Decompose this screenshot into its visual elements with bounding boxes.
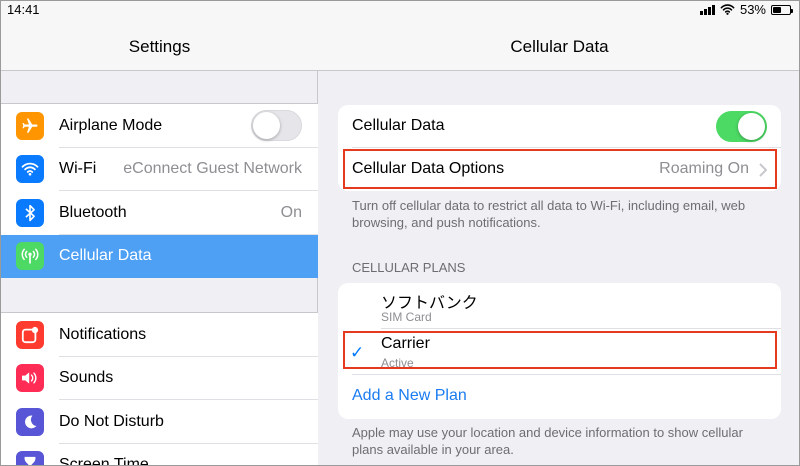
plan-row-softbank[interactable]: ソフトバンク SIM Card	[338, 283, 781, 329]
ipad-screen: Settings Airplane Mode Wi-Fi eConnect Gu…	[0, 0, 800, 466]
wifi-status-icon	[720, 4, 735, 15]
highlight-carrier-plan	[343, 331, 777, 369]
sidebar-item-cellular-data[interactable]: Cellular Data	[1, 234, 318, 278]
sidebar-item-label: Airplane Mode	[59, 116, 163, 134]
cellular-data-toggle[interactable]	[716, 111, 767, 142]
hourglass-icon	[16, 451, 44, 465]
cellular-data-footer: Turn off cellular data to restrict all d…	[352, 198, 746, 230]
cellular-data-row: Cellular Data	[338, 105, 781, 148]
detail-title: Cellular Data	[510, 37, 609, 56]
airplane-mode-toggle[interactable]	[251, 110, 302, 142]
status-time: 14:41	[7, 2, 40, 17]
speaker-icon	[16, 364, 44, 393]
sidebar-group-connectivity: Airplane Mode Wi-Fi eConnect Guest Netwo…	[1, 103, 318, 278]
cellular-data-detail: Cellular Data Cellular Data Cellular Dat…	[318, 1, 799, 465]
sidebar-item-label: Do Not Disturb	[59, 412, 164, 430]
battery-percent: 53%	[739, 2, 766, 17]
sidebar-item-label: Sounds	[59, 369, 114, 387]
sidebar-item-notifications[interactable]: Notifications	[1, 313, 318, 357]
notifications-icon	[16, 320, 44, 349]
sidebar-item-airplane-mode[interactable]: Airplane Mode	[1, 104, 318, 148]
sidebar-item-label: Notifications	[59, 325, 147, 343]
airplane-icon	[16, 111, 44, 140]
sidebar-group-notifications: Notifications Sounds Do Not Disturb Scre…	[1, 312, 318, 466]
settings-sidebar: Settings Airplane Mode Wi-Fi eConnect Gu…	[1, 1, 318, 466]
toggle-knob	[738, 113, 765, 140]
sidebar-item-screen-time[interactable]: Screen Time	[1, 444, 318, 466]
highlight-cellular-data-options	[343, 149, 777, 189]
wifi-icon	[16, 155, 44, 184]
sidebar-item-label: Bluetooth	[59, 203, 127, 221]
toggle-knob	[253, 112, 280, 140]
sidebar-item-label: Screen Time	[59, 456, 149, 466]
status-indicators: 53%	[699, 2, 793, 17]
moon-icon	[16, 407, 44, 436]
add-new-plan-button[interactable]: Add a New Plan	[338, 375, 781, 419]
bluetooth-icon	[16, 198, 44, 227]
sidebar-item-do-not-disturb[interactable]: Do Not Disturb	[1, 400, 318, 444]
signal-icon	[699, 4, 715, 15]
antenna-icon	[16, 242, 44, 271]
sidebar-title: Settings	[128, 37, 191, 56]
battery-level	[773, 6, 782, 13]
plan-status: SIM Card	[381, 310, 432, 324]
cellular-plans-header: CELLULAR PLANS	[352, 260, 466, 275]
battery-icon	[771, 4, 793, 15]
add-new-plan-label: Add a New Plan	[352, 387, 467, 404]
cellular-plans-footer: Apple may use your location and device i…	[352, 425, 743, 457]
cellular-data-label: Cellular Data	[352, 117, 445, 134]
bluetooth-value: On	[280, 203, 302, 221]
sidebar-item-sounds[interactable]: Sounds	[1, 357, 318, 400]
sidebar-item-bluetooth[interactable]: Bluetooth On	[1, 191, 318, 235]
sidebar-item-label: Cellular Data	[59, 247, 152, 265]
sidebar-header: Settings	[1, 1, 318, 71]
wifi-network-value: eConnect Guest Network	[123, 160, 302, 178]
sidebar-item-wifi[interactable]: Wi-Fi eConnect Guest Network	[1, 148, 318, 191]
sidebar-item-label: Wi-Fi	[59, 160, 97, 178]
